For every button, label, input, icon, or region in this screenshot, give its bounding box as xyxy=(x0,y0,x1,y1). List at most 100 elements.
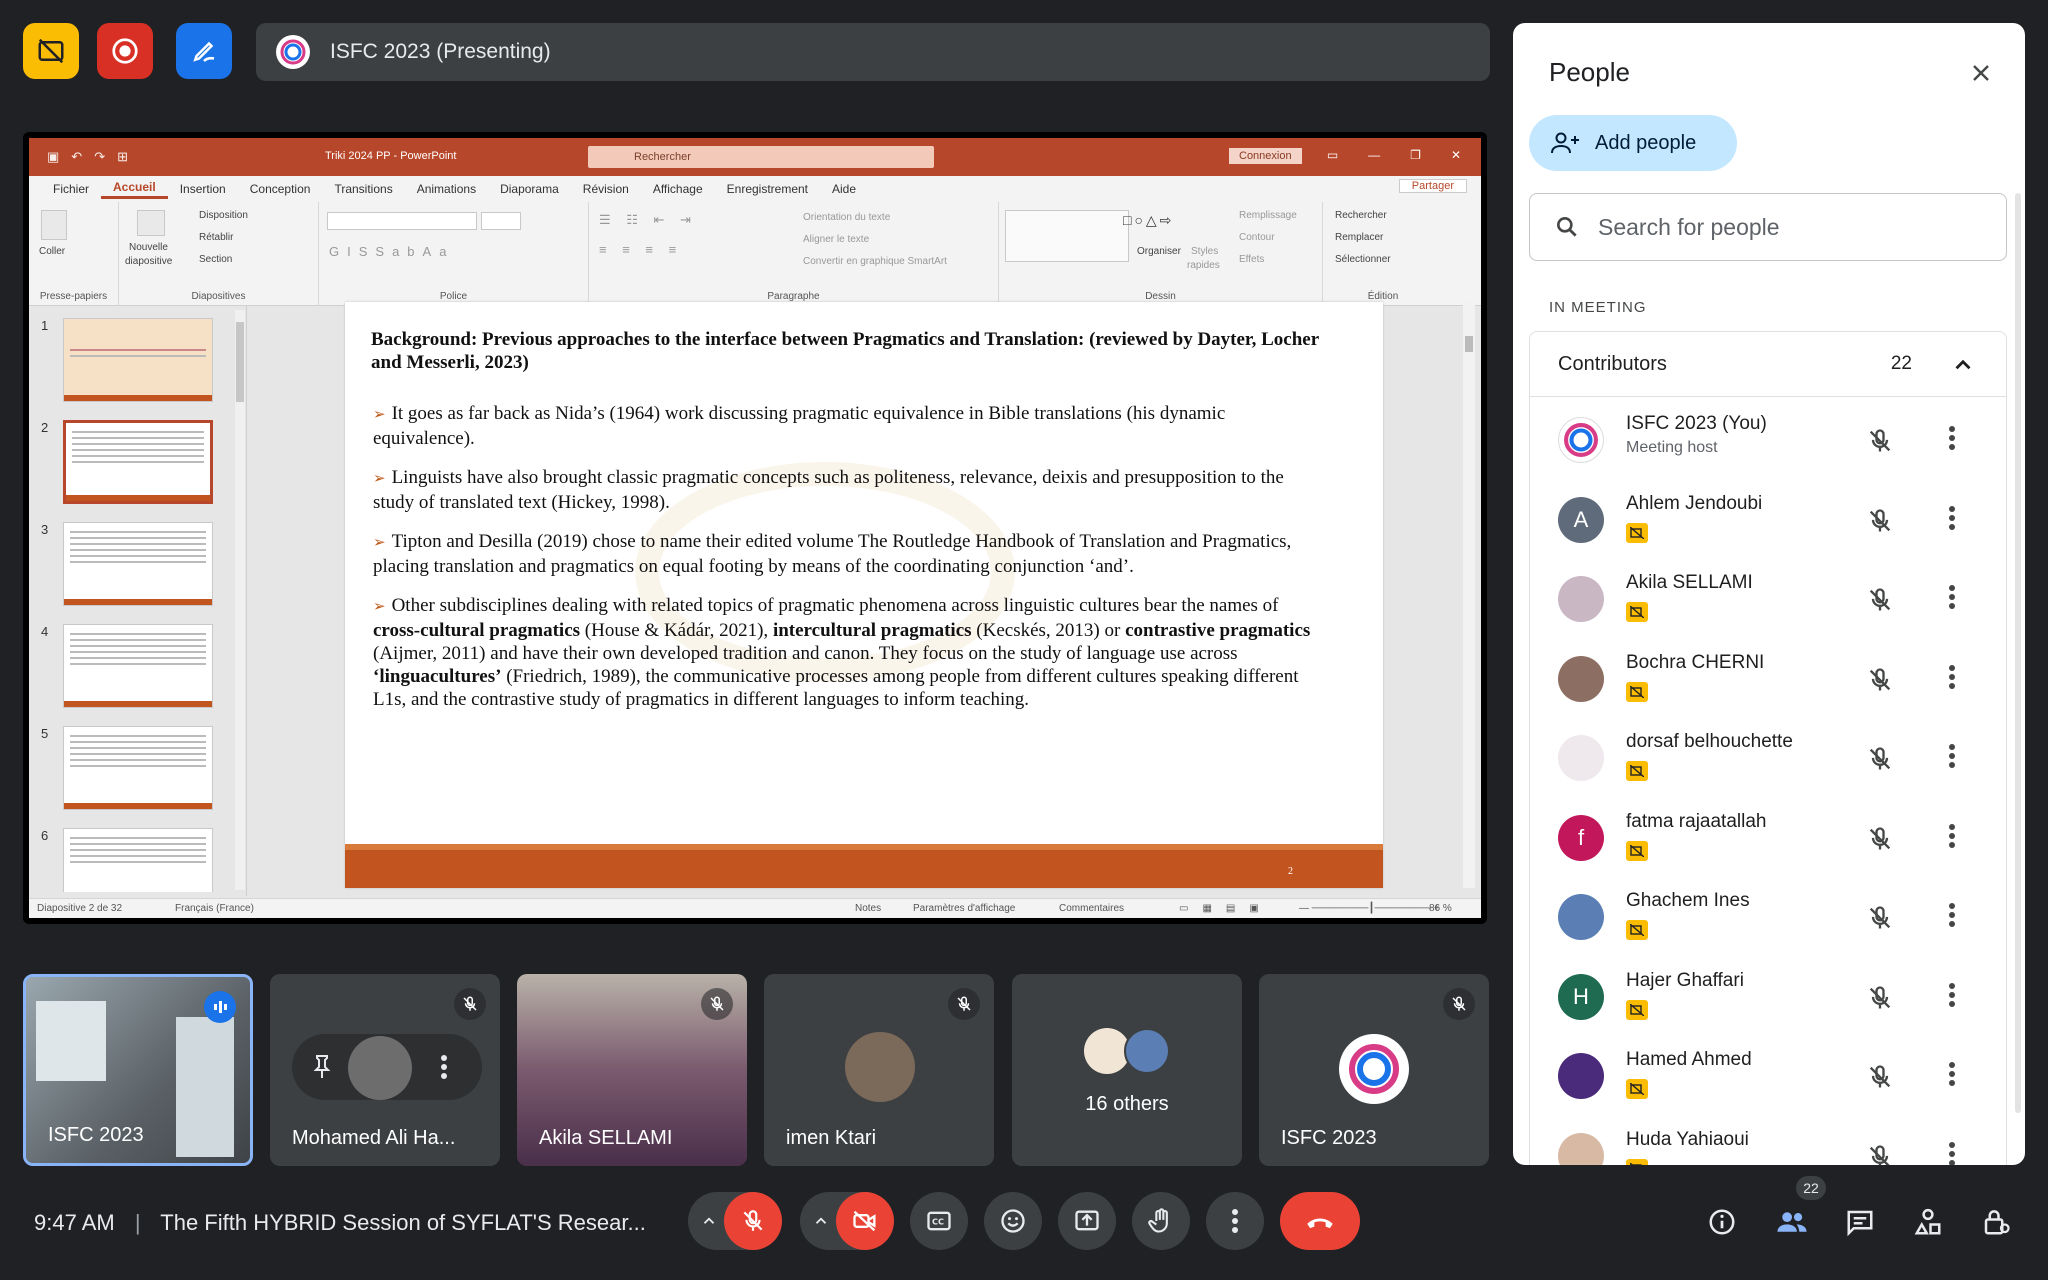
add-people-button[interactable]: Add people xyxy=(1529,115,1737,171)
reactions-button[interactable] xyxy=(984,1192,1042,1250)
present-button[interactable] xyxy=(1058,1192,1116,1250)
ppt-share-button[interactable]: Partager xyxy=(1398,179,1467,193)
paste-button[interactable]: Coller xyxy=(39,246,65,257)
layout-button[interactable]: Disposition xyxy=(199,210,248,221)
leave-call-button[interactable] xyxy=(1280,1192,1360,1250)
more-options-button[interactable] xyxy=(1206,1192,1264,1250)
contributors-section-header[interactable]: Contributors 22 xyxy=(1529,331,2007,397)
ppt-menu-item[interactable]: Fichier xyxy=(41,182,101,196)
new-slide-button[interactable]: Nouvelle xyxy=(129,242,168,253)
text-direction-button[interactable]: Orientation du texte xyxy=(803,212,890,223)
section-button[interactable]: Section xyxy=(199,254,232,265)
ppt-menu-item[interactable]: Transitions xyxy=(322,182,404,196)
participant-tile[interactable]: imen Ktari xyxy=(764,974,994,1166)
mic-off-icon[interactable] xyxy=(1866,427,1894,460)
outline-button[interactable]: Contour xyxy=(1239,232,1275,243)
slide-thumbnail[interactable] xyxy=(63,828,213,892)
find-button[interactable]: Rechercher xyxy=(1335,210,1387,221)
shapes-gallery[interactable] xyxy=(1005,210,1129,262)
annotate-button[interactable] xyxy=(176,23,232,79)
ppt-menu-item[interactable]: Animations xyxy=(405,182,488,196)
participant-tile[interactable]: Akila SELLAMI xyxy=(517,974,747,1166)
camera-toggle-button[interactable] xyxy=(836,1192,894,1250)
participant-tile[interactable]: ISFC 2023 xyxy=(1259,974,1489,1166)
slide-thumbnail[interactable] xyxy=(63,726,213,810)
participant-row[interactable]: A Ahlem Jendoubi xyxy=(1530,483,2006,563)
thumbs-scrollbar[interactable] xyxy=(235,310,245,890)
chat-button[interactable] xyxy=(1842,1204,1878,1240)
ppt-menu-item[interactable]: Révision xyxy=(571,182,641,196)
zoom-slider[interactable]: — ────────┃──────── + xyxy=(1299,903,1440,914)
ppt-menu-item[interactable]: Diaporama xyxy=(488,182,571,196)
recording-button[interactable] xyxy=(97,23,153,79)
participant-row[interactable]: Bochra CHERNI xyxy=(1530,642,2006,722)
participant-more-button[interactable] xyxy=(1948,505,1956,536)
align-text-button[interactable]: Aligner le texte xyxy=(803,234,869,245)
participant-more-button[interactable] xyxy=(1948,584,1956,615)
participant-more-button[interactable] xyxy=(1948,425,1956,456)
language[interactable]: Français (France) xyxy=(175,903,254,914)
close-panel-button[interactable] xyxy=(1961,53,2001,93)
font-size-field[interactable] xyxy=(481,212,521,230)
others-tile[interactable]: 16 others xyxy=(1012,974,1242,1166)
participant-row[interactable]: Ghachem Ines xyxy=(1530,880,2006,960)
captions-button[interactable]: CC xyxy=(910,1192,968,1250)
participant-tile[interactable]: Mohamed Ali Ha... xyxy=(270,974,500,1166)
participant-more-button[interactable] xyxy=(1948,1061,1956,1092)
mic-off-icon[interactable] xyxy=(1866,586,1894,619)
participant-more-button[interactable] xyxy=(1948,902,1956,933)
meeting-details-button[interactable] xyxy=(1704,1204,1740,1240)
arrange-button[interactable]: Organiser xyxy=(1137,246,1181,257)
slide-thumbnail[interactable] xyxy=(63,624,213,708)
reset-button[interactable]: Rétablir xyxy=(199,232,233,243)
search-people-input[interactable]: Search for people xyxy=(1529,193,2007,261)
select-button[interactable]: Sélectionner xyxy=(1335,254,1391,265)
slide-thumbnail[interactable] xyxy=(63,318,213,402)
presentation-banner[interactable]: ISFC 2023 (Presenting) xyxy=(256,23,1490,81)
participant-row[interactable]: dorsaf belhouchette xyxy=(1530,721,2006,801)
ppt-menu-item[interactable]: Accueil xyxy=(101,180,168,199)
ppt-menu-item[interactable]: Conception xyxy=(238,182,323,196)
host-controls-button[interactable] xyxy=(1978,1204,2014,1240)
more-icon[interactable] xyxy=(440,1054,448,1080)
font-name-field[interactable] xyxy=(327,212,477,230)
comments-button[interactable]: Commentaires xyxy=(1059,903,1124,914)
smartart-button[interactable]: Convertir en graphique SmartArt xyxy=(803,256,947,267)
slide-scrollbar[interactable] xyxy=(1463,302,1475,888)
display-settings-button[interactable]: Paramètres d'affichage xyxy=(913,903,1015,914)
chevron-up-icon[interactable] xyxy=(700,1212,718,1230)
view-buttons[interactable]: ▭▦▤▣ xyxy=(1179,903,1273,914)
quick-styles-button[interactable]: Styles xyxy=(1191,246,1218,257)
participant-more-button[interactable] xyxy=(1948,982,1956,1013)
fill-button[interactable]: Remplissage xyxy=(1239,210,1297,221)
ppt-menu-item[interactable]: Enregistrement xyxy=(715,182,820,196)
ppt-menu-item[interactable]: Affichage xyxy=(641,182,715,196)
participant-row[interactable]: Hamed Ahmed xyxy=(1530,1039,2006,1119)
mic-off-icon[interactable] xyxy=(1866,984,1894,1017)
notes-button[interactable]: Notes xyxy=(855,903,881,914)
participant-row[interactable]: H Hajer Ghaffari xyxy=(1530,960,2006,1040)
slide-thumbnail-selected[interactable] xyxy=(63,420,213,504)
mic-off-icon[interactable] xyxy=(1866,904,1894,937)
participant-more-button[interactable] xyxy=(1948,1141,1956,1165)
replace-button[interactable]: Remplacer xyxy=(1335,232,1383,243)
activities-button[interactable] xyxy=(1910,1204,1946,1240)
chevron-up-icon[interactable] xyxy=(812,1212,830,1230)
participant-more-button[interactable] xyxy=(1948,743,1956,774)
participant-row[interactable]: Akila SELLAMI xyxy=(1530,562,2006,642)
raise-hand-button[interactable] xyxy=(1132,1192,1190,1250)
mic-toggle-button[interactable] xyxy=(724,1192,782,1250)
pin-icon[interactable] xyxy=(310,1054,334,1080)
slide-thumbnail[interactable] xyxy=(63,522,213,606)
participant-row[interactable]: Huda Yahiaoui xyxy=(1530,1119,2006,1165)
effects-button[interactable]: Effets xyxy=(1239,254,1264,265)
zoom-level[interactable]: 86 % xyxy=(1429,903,1452,914)
mic-off-icon[interactable] xyxy=(1866,825,1894,858)
mic-off-icon[interactable] xyxy=(1866,1063,1894,1096)
hide-captions-button[interactable] xyxy=(23,23,79,79)
mic-off-icon[interactable] xyxy=(1866,745,1894,778)
ppt-signin-button[interactable]: Connexion xyxy=(1229,148,1302,164)
participant-row[interactable]: ISFC 2023 (You) Meeting host xyxy=(1530,403,2006,483)
people-button[interactable] xyxy=(1774,1204,1810,1240)
mic-off-icon[interactable] xyxy=(1866,507,1894,540)
